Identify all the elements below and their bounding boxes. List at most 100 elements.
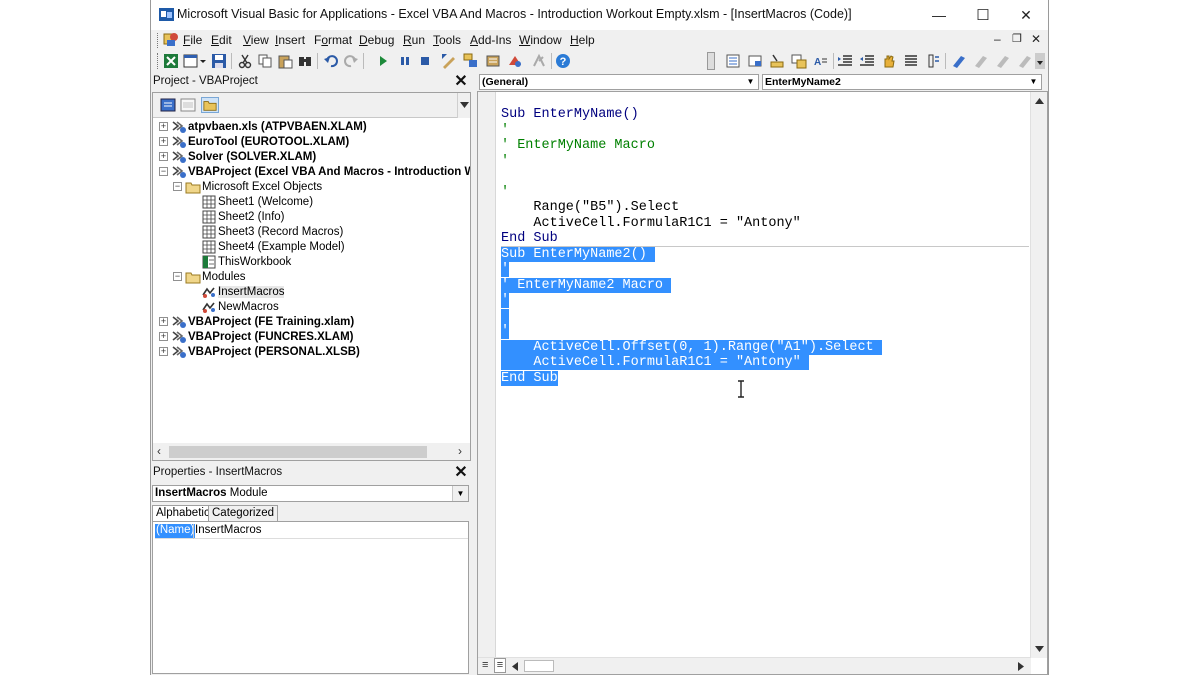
tree-item-vbaproject-excel-vba-and-macros-introduction-w[interactable]: − VBAProject (Excel VBA And Macros - Intr… bbox=[159, 164, 470, 179]
list-constants-icon[interactable] bbox=[747, 53, 763, 69]
project-explorer-close-button[interactable]: ✕ bbox=[454, 74, 468, 90]
close-button[interactable]: ✕ bbox=[1004, 0, 1048, 30]
previous-bookmark-icon[interactable] bbox=[995, 53, 1011, 69]
project-explorer-horizontal-scrollbar[interactable]: ‹ › bbox=[153, 443, 470, 460]
tree-item-insertmacros[interactable]: InsertMacros bbox=[189, 284, 285, 299]
horizontal-scroll-thumb[interactable] bbox=[524, 660, 554, 672]
scroll-left-arrow-icon[interactable] bbox=[512, 662, 518, 671]
scroll-left-arrow-icon[interactable]: ‹ bbox=[157, 444, 161, 458]
save-icon[interactable] bbox=[211, 53, 227, 69]
undo-icon[interactable] bbox=[323, 53, 339, 69]
view-code-icon[interactable] bbox=[159, 97, 177, 113]
tab-alphabetic[interactable]: Alphabetic bbox=[152, 505, 214, 521]
horizontal-scroll-thumb[interactable] bbox=[169, 446, 427, 458]
code-text[interactable]: Sub EnterMyName() ' ' EnterMyName Macro ' ' … bbox=[501, 107, 1029, 657]
complete-word-icon[interactable]: A bbox=[813, 53, 829, 69]
scroll-down-arrow-icon[interactable] bbox=[460, 101, 469, 109]
menu-grip-handle[interactable] bbox=[157, 33, 160, 48]
minimize-button[interactable]: — bbox=[917, 0, 961, 30]
procedure-view-button[interactable]: ≡ bbox=[482, 659, 488, 671]
properties-window-icon[interactable] bbox=[485, 53, 501, 69]
properties-object-select[interactable]: InsertMacros Module ▼ bbox=[152, 485, 469, 502]
insert-userform-icon[interactable] bbox=[183, 53, 199, 69]
code-line[interactable]: ' bbox=[501, 123, 509, 139]
maximize-button[interactable]: ☐ bbox=[961, 0, 1005, 30]
tree-item-sheet2-info[interactable]: Sheet2 (Info) bbox=[189, 209, 284, 224]
code-line[interactable]: Sub EnterMyName() bbox=[501, 107, 639, 123]
code-line[interactable] bbox=[501, 308, 510, 325]
code-margin-indicator-bar[interactable] bbox=[478, 92, 496, 658]
view-object-icon[interactable] bbox=[179, 97, 197, 113]
tree-item-vbaproject-personal-xlsb[interactable]: + VBAProject (PERSONAL.XLSB) bbox=[159, 344, 360, 359]
code-line[interactable]: ' bbox=[501, 262, 510, 278]
tree-item-solver-solver-xlam[interactable]: + Solver (SOLVER.XLAM) bbox=[159, 149, 316, 164]
tree-item-modules[interactable]: − Modules bbox=[173, 269, 245, 284]
toggle-folders-icon[interactable] bbox=[201, 97, 219, 113]
edit-toolbar-grip-handle[interactable] bbox=[707, 52, 715, 70]
tree-item-vbaproject-funcres-xlam[interactable]: + VBAProject (FUNCRES.XLAM) bbox=[159, 329, 353, 344]
copy-icon[interactable] bbox=[257, 53, 273, 69]
collapse-icon[interactable]: − bbox=[173, 182, 182, 191]
scroll-down-arrow-icon[interactable] bbox=[1035, 646, 1044, 652]
expand-icon[interactable]: + bbox=[159, 332, 168, 341]
menu-debug[interactable]: Debug bbox=[359, 33, 394, 47]
insert-dropdown-icon[interactable] bbox=[199, 53, 207, 69]
tree-item-newmacros[interactable]: NewMacros bbox=[189, 299, 279, 314]
chevron-down-icon[interactable]: ▼ bbox=[452, 486, 468, 501]
code-line[interactable]: ActiveCell.FormulaR1C1 = "Antony" bbox=[501, 216, 800, 232]
menu-view[interactable]: View bbox=[243, 33, 269, 47]
menu-add-ins[interactable]: Add-Ins bbox=[470, 33, 511, 47]
menu-format[interactable]: Format bbox=[314, 33, 352, 47]
menu-run[interactable]: Run bbox=[403, 33, 425, 47]
menu-tools[interactable]: Tools bbox=[433, 33, 461, 47]
tree-item-sheet3-record-macros[interactable]: Sheet3 (Record Macros) bbox=[189, 224, 343, 239]
toggle-bookmark-icon[interactable] bbox=[951, 53, 967, 69]
scroll-up-arrow-icon[interactable] bbox=[1035, 98, 1044, 104]
parameter-info-icon[interactable] bbox=[791, 53, 807, 69]
find-icon[interactable] bbox=[297, 53, 313, 69]
menu-file[interactable]: File bbox=[183, 33, 202, 47]
tree-item-thisworkbook[interactable]: ThisWorkbook bbox=[189, 254, 291, 269]
expand-icon[interactable]: + bbox=[159, 137, 168, 146]
scroll-right-arrow-icon[interactable] bbox=[1018, 662, 1024, 671]
procedure-select[interactable]: EnterMyName2 ▼ bbox=[762, 74, 1042, 90]
chevron-down-icon[interactable]: ▼ bbox=[743, 75, 758, 89]
code-editor[interactable]: Sub EnterMyName() ' ' EnterMyName Macro ' ' … bbox=[477, 91, 1048, 675]
design-mode-icon[interactable] bbox=[441, 53, 457, 69]
object-select[interactable]: (General) ▼ bbox=[479, 74, 759, 90]
outdent-icon[interactable] bbox=[859, 53, 875, 69]
list-properties-icon[interactable] bbox=[725, 53, 741, 69]
properties-close-button[interactable]: ✕ bbox=[454, 465, 468, 481]
clear-bookmarks-icon[interactable] bbox=[1017, 53, 1033, 69]
paste-icon[interactable] bbox=[277, 53, 293, 69]
expand-icon[interactable]: + bbox=[159, 152, 168, 161]
menu-help[interactable]: Help bbox=[570, 33, 595, 47]
expand-icon[interactable]: + bbox=[159, 347, 168, 356]
uncomment-block-icon[interactable] bbox=[925, 53, 941, 69]
view-excel-icon[interactable] bbox=[163, 53, 179, 69]
comment-block-icon[interactable] bbox=[903, 53, 919, 69]
mdi-minimize-button[interactable]: – bbox=[994, 32, 1001, 46]
menu-window[interactable]: Window bbox=[519, 33, 562, 47]
mdi-close-button[interactable]: ✕ bbox=[1031, 32, 1041, 46]
property-row[interactable]: (Name) InsertMacros bbox=[155, 524, 468, 539]
tree-item-sheet1-welcome[interactable]: Sheet1 (Welcome) bbox=[189, 194, 313, 209]
expand-icon[interactable]: + bbox=[159, 122, 168, 131]
code-line[interactable]: ' EnterMyName2 Macro bbox=[501, 277, 672, 294]
code-line[interactable]: ' bbox=[501, 154, 509, 170]
next-bookmark-icon[interactable] bbox=[973, 53, 989, 69]
cut-icon[interactable] bbox=[237, 53, 253, 69]
menu-insert[interactable]: Insert bbox=[275, 33, 305, 47]
expand-icon[interactable]: + bbox=[159, 317, 168, 326]
indent-icon[interactable] bbox=[837, 53, 853, 69]
break-icon[interactable] bbox=[397, 53, 413, 69]
project-explorer-vertical-scrollbar[interactable] bbox=[457, 93, 470, 118]
toolbar-grip-handle[interactable] bbox=[157, 53, 160, 69]
property-name[interactable]: (Name) bbox=[155, 524, 196, 538]
tree-item-sheet4-example-model[interactable]: Sheet4 (Example Model) bbox=[189, 239, 345, 254]
property-value[interactable]: InsertMacros bbox=[195, 524, 261, 538]
code-line[interactable]: Sub EnterMyName2() bbox=[501, 246, 655, 263]
run-icon[interactable] bbox=[375, 53, 391, 69]
code-line[interactable]: Range("B5").Select bbox=[501, 200, 679, 216]
scroll-right-arrow-icon[interactable]: › bbox=[458, 444, 462, 458]
